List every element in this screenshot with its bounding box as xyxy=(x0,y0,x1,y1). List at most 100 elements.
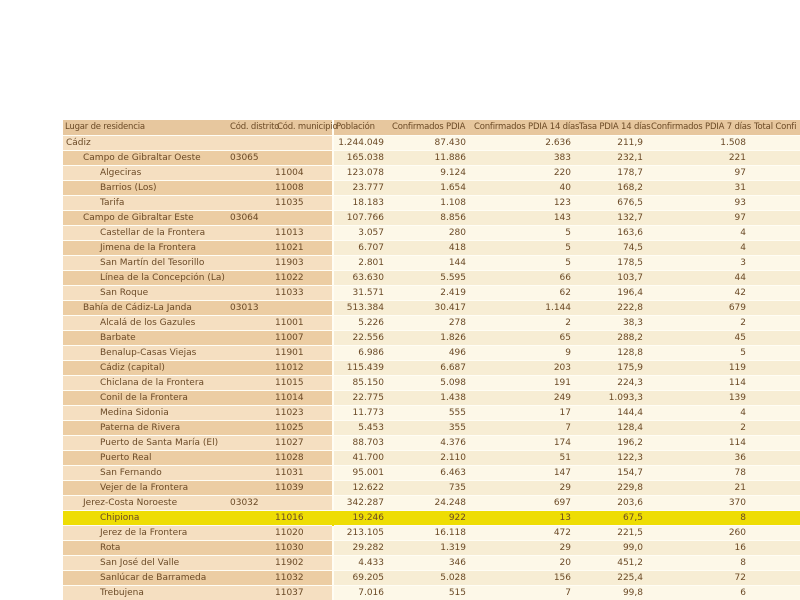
confirmed-pdia-7d-cell[interactable]: 36 xyxy=(649,450,752,465)
district-code-cell[interactable]: 03013 xyxy=(228,300,275,315)
population-cell[interactable]: 115.439 xyxy=(333,360,390,375)
rate-pdia-14d-cell[interactable]: 288,2 xyxy=(577,330,649,345)
confirmed-pdia-cell[interactable]: 24.248 xyxy=(390,495,472,510)
confirmed-pdia-7d-cell[interactable]: 31 xyxy=(649,180,752,195)
district-code-cell[interactable] xyxy=(228,165,275,180)
total-confirmed-cell[interactable] xyxy=(752,450,800,465)
confirmed-pdia-14d-cell[interactable]: 156 xyxy=(472,570,577,585)
rate-pdia-14d-cell[interactable]: 229,8 xyxy=(577,480,649,495)
confirmed-pdia-14d-cell[interactable]: 66 xyxy=(472,270,577,285)
confirmed-pdia-14d-cell[interactable]: 2.636 xyxy=(472,135,577,150)
confirmed-pdia-14d-cell[interactable]: 147 xyxy=(472,465,577,480)
rate-pdia-14d-cell[interactable]: 232,1 xyxy=(577,150,649,165)
confirmed-pdia-cell[interactable]: 346 xyxy=(390,555,472,570)
rate-pdia-14d-cell[interactable]: 132,7 xyxy=(577,210,649,225)
confirmed-pdia-14d-cell[interactable]: 40 xyxy=(472,180,577,195)
confirmed-pdia-7d-cell[interactable]: 114 xyxy=(649,375,752,390)
municipality-code-cell[interactable]: 11031 xyxy=(275,465,333,480)
confirmed-pdia-cell[interactable]: 9.124 xyxy=(390,165,472,180)
rate-pdia-14d-cell[interactable]: 451,2 xyxy=(577,555,649,570)
confirmed-pdia-cell[interactable]: 496 xyxy=(390,345,472,360)
residence-name-cell[interactable]: Campo de Gibraltar Oeste xyxy=(63,150,228,165)
residence-name-cell[interactable]: San Martín del Tesorillo xyxy=(63,255,228,270)
confirmed-pdia-14d-cell[interactable]: 1.144 xyxy=(472,300,577,315)
rate-pdia-14d-cell[interactable]: 128,4 xyxy=(577,420,649,435)
confirmed-pdia-14d-cell[interactable]: 65 xyxy=(472,330,577,345)
population-cell[interactable]: 22.775 xyxy=(333,390,390,405)
district-code-cell[interactable] xyxy=(228,225,275,240)
district-code-cell[interactable] xyxy=(228,510,275,525)
municipality-code-cell[interactable]: 11008 xyxy=(275,180,333,195)
district-code-cell[interactable] xyxy=(228,405,275,420)
confirmed-pdia-cell[interactable]: 1.108 xyxy=(390,195,472,210)
confirmed-pdia-cell[interactable]: 922 xyxy=(390,510,472,525)
residence-name-cell[interactable]: Puerto Real xyxy=(63,450,228,465)
district-code-cell[interactable] xyxy=(228,270,275,285)
population-cell[interactable]: 213.105 xyxy=(333,525,390,540)
residence-name-cell[interactable]: Barrios (Los) xyxy=(63,180,228,195)
district-code-cell[interactable] xyxy=(228,450,275,465)
municipality-code-cell[interactable]: 11032 xyxy=(275,570,333,585)
district-code-cell[interactable]: 03065 xyxy=(228,150,275,165)
confirmed-pdia-7d-cell[interactable]: 119 xyxy=(649,360,752,375)
confirmed-pdia-14d-cell[interactable]: 17 xyxy=(472,405,577,420)
confirmed-pdia-7d-cell[interactable]: 2 xyxy=(649,420,752,435)
district-code-cell[interactable] xyxy=(228,195,275,210)
district-code-cell[interactable] xyxy=(228,390,275,405)
confirmed-pdia-cell[interactable]: 280 xyxy=(390,225,472,240)
municipality-code-cell[interactable]: 11039 xyxy=(275,480,333,495)
rate-pdia-14d-cell[interactable]: 178,5 xyxy=(577,255,649,270)
district-code-cell[interactable] xyxy=(228,180,275,195)
residence-name-cell[interactable]: Línea de la Concepción (La) xyxy=(63,270,228,285)
residence-name-cell[interactable]: Jerez de la Frontera xyxy=(63,525,228,540)
total-confirmed-cell[interactable] xyxy=(752,510,800,525)
confirmed-pdia-14d-cell[interactable]: 51 xyxy=(472,450,577,465)
confirmed-pdia-cell[interactable]: 8.856 xyxy=(390,210,472,225)
residence-name-cell[interactable]: Jerez-Costa Noroeste xyxy=(63,495,228,510)
residence-name-cell[interactable]: Castellar de la Frontera xyxy=(63,225,228,240)
district-code-cell[interactable] xyxy=(228,540,275,555)
district-code-cell[interactable] xyxy=(228,585,275,600)
population-cell[interactable]: 3.057 xyxy=(333,225,390,240)
confirmed-pdia-cell[interactable]: 2.419 xyxy=(390,285,472,300)
population-cell[interactable]: 5.226 xyxy=(333,315,390,330)
district-code-cell[interactable] xyxy=(228,255,275,270)
rate-pdia-14d-cell[interactable]: 175,9 xyxy=(577,360,649,375)
population-cell[interactable]: 19.246 xyxy=(333,510,390,525)
confirmed-pdia-7d-cell[interactable]: 4 xyxy=(649,405,752,420)
population-cell[interactable]: 5.453 xyxy=(333,420,390,435)
confirmed-pdia-cell[interactable]: 1.438 xyxy=(390,390,472,405)
district-code-cell[interactable] xyxy=(228,465,275,480)
confirmed-pdia-cell[interactable]: 16.118 xyxy=(390,525,472,540)
population-cell[interactable]: 11.773 xyxy=(333,405,390,420)
total-confirmed-cell[interactable] xyxy=(752,375,800,390)
municipality-code-cell[interactable]: 11001 xyxy=(275,315,333,330)
confirmed-pdia-7d-cell[interactable]: 21 xyxy=(649,480,752,495)
confirmed-pdia-14d-cell[interactable]: 13 xyxy=(472,510,577,525)
rate-pdia-14d-cell[interactable]: 67,5 xyxy=(577,510,649,525)
total-confirmed-cell[interactable] xyxy=(752,345,800,360)
confirmed-pdia-cell[interactable]: 2.110 xyxy=(390,450,472,465)
population-cell[interactable]: 2.801 xyxy=(333,255,390,270)
confirmed-pdia-14d-cell[interactable]: 697 xyxy=(472,495,577,510)
confirmed-pdia-7d-cell[interactable]: 72 xyxy=(649,570,752,585)
district-code-cell[interactable]: 03032 xyxy=(228,495,275,510)
residence-name-cell[interactable]: Conil de la Frontera xyxy=(63,390,228,405)
residence-name-cell[interactable]: Benalup-Casas Viejas xyxy=(63,345,228,360)
rate-pdia-14d-cell[interactable]: 196,4 xyxy=(577,285,649,300)
total-confirmed-cell[interactable] xyxy=(752,555,800,570)
confirmed-pdia-7d-cell[interactable]: 44 xyxy=(649,270,752,285)
confirmed-pdia-cell[interactable]: 144 xyxy=(390,255,472,270)
confirmed-pdia-14d-cell[interactable]: 29 xyxy=(472,540,577,555)
residence-name-cell[interactable]: Chipiona xyxy=(63,510,228,525)
residence-name-cell[interactable]: Vejer de la Frontera xyxy=(63,480,228,495)
total-confirmed-cell[interactable] xyxy=(752,435,800,450)
residence-name-cell[interactable]: Paterna de Rivera xyxy=(63,420,228,435)
confirmed-pdia-cell[interactable]: 1.319 xyxy=(390,540,472,555)
residence-name-cell[interactable]: Bahía de Cádiz-La Janda xyxy=(63,300,228,315)
rate-pdia-14d-cell[interactable]: 122,3 xyxy=(577,450,649,465)
confirmed-pdia-7d-cell[interactable]: 3 xyxy=(649,255,752,270)
confirmed-pdia-cell[interactable]: 5.098 xyxy=(390,375,472,390)
rate-pdia-14d-cell[interactable]: 196,2 xyxy=(577,435,649,450)
rate-pdia-14d-cell[interactable]: 168,2 xyxy=(577,180,649,195)
